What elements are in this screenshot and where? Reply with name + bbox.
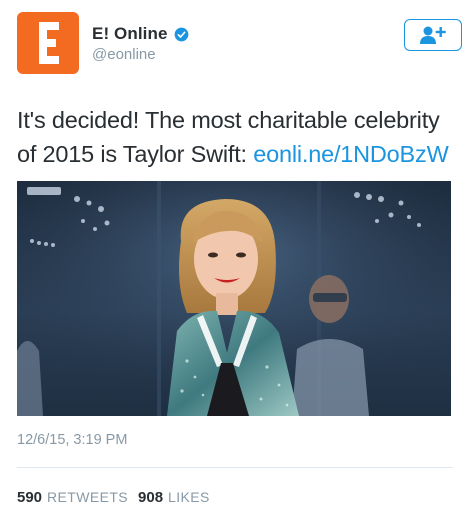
retweets-stat[interactable]: 590 RETWEETS: [17, 489, 128, 506]
likes-stat[interactable]: 908 LIKES: [138, 489, 210, 506]
tweet-photo[interactable]: [17, 181, 451, 416]
e-online-logo-icon: [39, 22, 59, 64]
tweet-text: It's decided! The most charitable celebr…: [17, 103, 463, 171]
likes-count: 908: [138, 489, 164, 506]
tweet-stats: 590 RETWEETS 908 LIKES: [17, 489, 210, 506]
tweet-link[interactable]: eonli.ne/1NDoBzW: [253, 141, 449, 167]
retweets-label: RETWEETS: [47, 489, 129, 505]
tweet-card: E! Online @eonline It's decided! The mos…: [0, 0, 467, 517]
verified-badge-icon: [174, 27, 188, 41]
likes-label: LIKES: [168, 489, 210, 505]
follow-button[interactable]: [404, 19, 462, 51]
tweet-timestamp[interactable]: 12/6/15, 3:19 PM: [17, 432, 127, 448]
retweets-count: 590: [17, 489, 43, 506]
display-name[interactable]: E! Online: [92, 24, 168, 44]
name-row: E! Online: [92, 24, 189, 44]
stats-divider: [17, 467, 453, 468]
photo-content: [17, 181, 451, 416]
follow-user-plus-icon: [420, 26, 446, 44]
avatar[interactable]: [17, 12, 79, 74]
handle[interactable]: @eonline: [92, 46, 156, 63]
